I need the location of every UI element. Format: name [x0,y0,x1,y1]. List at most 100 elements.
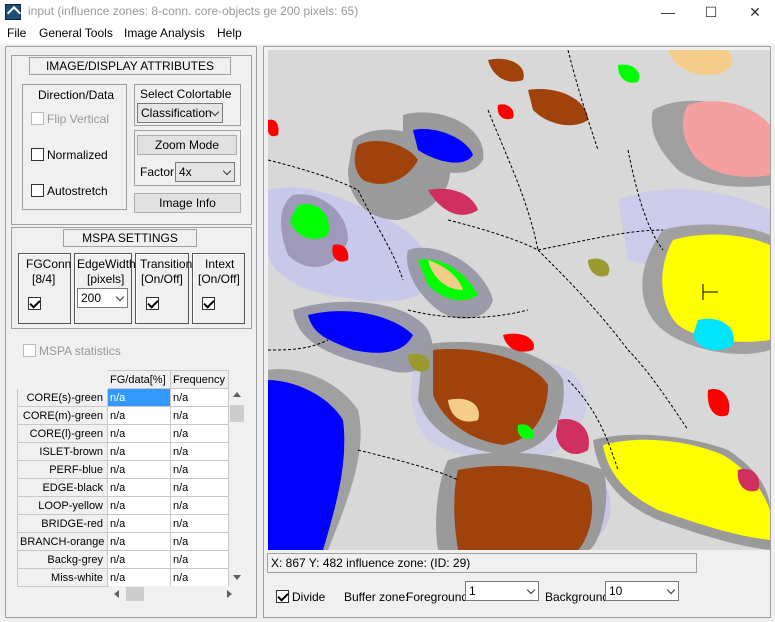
scroll-up-arrow-icon[interactable] [233,392,241,397]
table-header-row: FG/data[%] Frequency [17,370,248,389]
frequency-cell[interactable]: n/a [170,550,229,569]
transition-sub: [On/Off] [141,272,183,286]
intext-checkbox[interactable] [202,297,215,310]
image-info-button[interactable]: Image Info [134,193,241,213]
menu-image-analysis[interactable]: Image Analysis [124,26,205,40]
autostretch-checkbox[interactable] [31,184,44,197]
table-row: Backg-grey n/a n/a [17,550,248,569]
edgewidth-sub: [pixels] [87,272,125,286]
frequency-cell[interactable]: n/a [170,568,229,587]
title-bar: input (influence zones: 8-conn. core-obj… [0,0,775,24]
autostretch-label: Autostretch [47,184,108,198]
minimize-button[interactable]: — [648,2,688,22]
table-row: ISLET-brown n/a n/a [17,442,248,461]
close-button[interactable]: ✕ [735,2,775,22]
scroll-left-arrow-icon[interactable] [114,590,119,598]
divide-checkbox[interactable] [276,590,289,603]
mspa-statistics-checkbox[interactable] [23,344,36,357]
row-header: BRANCH-orange [17,532,108,551]
fg-data-cell[interactable]: n/a [107,460,171,479]
colortable-value: Classification [141,106,212,120]
vertical-scroll-thumb[interactable] [230,405,244,422]
transition-checkbox[interactable] [146,297,159,310]
table-horizontal-scrollbar[interactable] [109,586,247,602]
fg-data-cell[interactable]: n/a [107,424,171,443]
row-header: CORE(s)-green [17,388,108,407]
table-row: BRIDGE-red n/a n/a [17,514,248,533]
transition-label: Transition [140,257,193,271]
intext-label: Intext [205,257,235,271]
normalized-label: Normalized [47,148,108,162]
chevron-down-icon [666,585,676,595]
table-row: CORE(s)-green n/a n/a [17,388,248,407]
fg-data-cell[interactable]: n/a [107,496,171,515]
fgconn-label: FGConn [26,257,72,271]
fg-data-cell[interactable]: n/a [107,388,171,407]
column-header-frequency[interactable]: Frequency [170,370,229,389]
fg-data-cell[interactable]: n/a [107,568,171,587]
image-canvas[interactable] [268,50,770,550]
zoom-factor-select[interactable]: 4x [175,162,235,182]
background-select[interactable]: 10 [605,581,679,601]
row-header: Miss-white [17,568,108,587]
select-colortable-label: Select Colortable [140,87,232,101]
row-header: BRIDGE-red [17,514,108,533]
foreground-value: 1 [469,584,476,598]
menu-help[interactable]: Help [217,26,242,40]
foreground-label: Foreground: [406,590,472,604]
scroll-right-arrow-icon[interactable] [227,590,232,598]
row-header: ISLET-brown [17,442,108,461]
fg-data-cell[interactable]: n/a [107,550,171,569]
flip-vertical-checkbox[interactable] [31,112,44,125]
column-header-fg-data[interactable]: FG/data[%] [107,370,171,389]
zoom-mode-button[interactable]: Zoom Mode [137,135,237,155]
factor-label: Factor: [140,165,178,179]
row-header: CORE(l)-green [17,424,108,443]
frequency-cell[interactable]: n/a [170,460,229,479]
row-header: EDGE-black [17,478,108,497]
table-corner [17,370,108,389]
frequency-cell[interactable]: n/a [170,478,229,497]
divide-label: Divide [292,590,326,604]
frequency-cell[interactable]: n/a [170,388,229,407]
table-row: Miss-white n/a n/a [17,568,248,587]
chevron-down-icon [115,292,125,302]
row-header: PERF-blue [17,460,108,479]
fg-data-cell[interactable]: n/a [107,532,171,551]
chevron-down-icon [222,166,232,176]
frequency-cell[interactable]: n/a [170,496,229,515]
fg-data-cell[interactable]: n/a [107,514,171,533]
status-text: X: 867 Y: 482 influence zone: (ID: 29) [271,556,471,570]
mspa-settings-title: MSPA SETTINGS [63,229,197,247]
row-header: LOOP-yellow [17,496,108,515]
maximize-button[interactable]: ☐ [691,2,731,22]
fgconn-checkbox[interactable] [28,297,41,310]
colortable-select[interactable]: Classification [137,103,223,123]
image-display-title: IMAGE/DISPLAY ATTRIBUTES [29,57,231,75]
scroll-down-arrow-icon[interactable] [233,575,241,580]
table-row: LOOP-yellow n/a n/a [17,496,248,515]
horizontal-scroll-thumb[interactable] [126,587,144,601]
frequency-cell[interactable]: n/a [170,424,229,443]
edgewidth-select[interactable]: 200 [77,288,128,308]
fgconn-sub: [8/4] [32,272,56,286]
chevron-down-icon [526,585,536,595]
window-title: input (influence zones: 8-conn. core-obj… [28,4,359,18]
frequency-cell[interactable]: n/a [170,532,229,551]
foreground-select[interactable]: 1 [465,581,539,601]
flip-vertical-label: Flip Vertical [47,112,110,126]
table-vertical-scrollbar[interactable] [229,388,245,586]
frequency-cell[interactable]: n/a [170,514,229,533]
normalized-checkbox[interactable] [31,148,44,161]
fg-data-cell[interactable]: n/a [107,478,171,497]
frequency-cell[interactable]: n/a [170,406,229,425]
influence-zone-map[interactable] [268,50,770,550]
frequency-cell[interactable]: n/a [170,442,229,461]
table-row: CORE(m)-green n/a n/a [17,406,248,425]
menu-file[interactable]: File [7,26,26,40]
table-row: EDGE-black n/a n/a [17,478,248,497]
fg-data-cell[interactable]: n/a [107,406,171,425]
fg-data-cell[interactable]: n/a [107,442,171,461]
menu-general-tools[interactable]: General Tools [39,26,113,40]
edgewidth-label: EdgeWidth [77,257,136,271]
